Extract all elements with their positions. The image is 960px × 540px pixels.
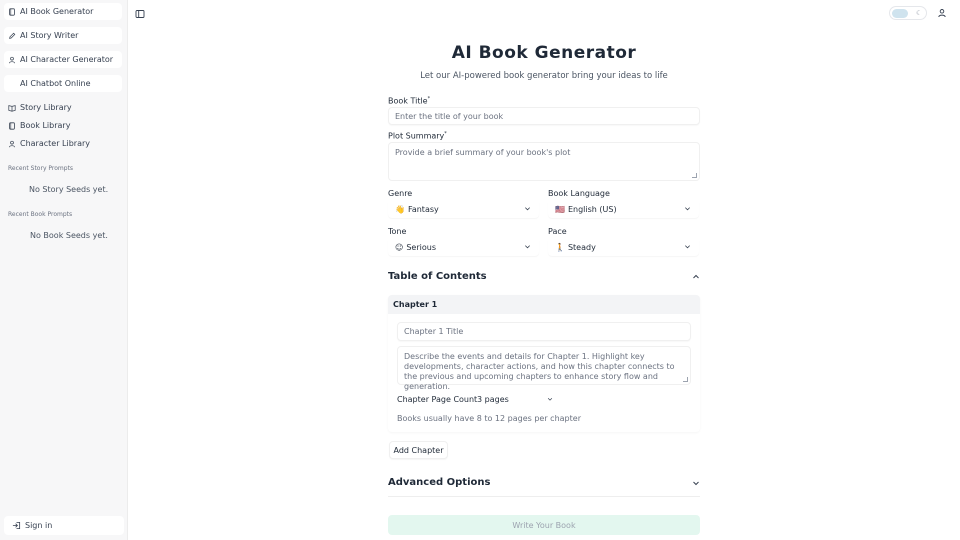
sign-in-icon <box>12 521 21 530</box>
sidebar-toggle-icon[interactable] <box>135 9 145 19</box>
genre-emoji: 👋 <box>395 204 405 214</box>
page-subtitle: Let our AI-powered book generator bring … <box>420 71 668 81</box>
genre-label: Genre <box>388 189 413 198</box>
chapter-page-count-label: Chapter Page Count <box>397 395 478 404</box>
sidebar-item-label: AI Character Generator <box>20 55 114 64</box>
required-mark: * <box>444 131 447 137</box>
resize-handle[interactable] <box>683 377 688 382</box>
write-your-book-button[interactable]: Write Your Book <box>388 515 700 535</box>
page-title: AI Book Generator <box>451 43 637 63</box>
add-chapter-button[interactable]: Add Chapter <box>389 441 448 459</box>
sidebar-item-ai-chatbot-online[interactable]: AI Chatbot Online <box>4 75 122 92</box>
pen-icon <box>8 32 16 40</box>
sign-in-button[interactable]: Sign in <box>4 516 124 535</box>
tone-value: Serious <box>406 242 436 252</box>
chevron-down-icon <box>525 245 530 249</box>
chapter-heading: Chapter 1 <box>388 295 700 314</box>
chapter-title-input[interactable]: Chapter 1 Title <box>397 322 691 341</box>
recent-book-empty: No Book Seeds yet. <box>30 231 108 240</box>
book-title-label-text: Book Title <box>388 96 428 106</box>
recent-book-prompts-heading: Recent Book Prompts <box>8 211 73 218</box>
user-icon[interactable] <box>937 8 947 18</box>
recent-story-empty: No Story Seeds yet. <box>29 185 109 194</box>
advanced-options-heading[interactable]: Advanced Options <box>388 477 700 488</box>
tone-select[interactable]: ☺ Serious <box>388 238 539 256</box>
pace-label: Pace <box>548 227 567 236</box>
genre-value: Fantasy <box>407 204 439 214</box>
chevron-up-icon[interactable] <box>692 273 700 281</box>
sign-in-label: Sign in <box>25 521 53 530</box>
moon-icon: ☾ <box>916 9 923 17</box>
book-icon <box>8 121 16 130</box>
sidebar-item-label: AI Story Writer <box>20 31 79 40</box>
sidebar-item-label: AI Chatbot Online <box>20 79 91 88</box>
sidebar-item-character-library[interactable]: Character Library <box>4 135 122 152</box>
pace-value: Steady <box>567 242 596 252</box>
sidebar-item-ai-story-writer[interactable]: AI Story Writer <box>4 27 122 44</box>
sidebar-item-book-library[interactable]: Book Library <box>4 117 122 134</box>
book-language-value: English (US) <box>567 204 617 214</box>
tone-emoji: ☺ <box>395 242 404 252</box>
sidebar-item-label: Character Library <box>20 139 91 148</box>
plot-summary-label: Plot Summary* <box>388 131 447 141</box>
theme-toggle-knob <box>892 9 908 18</box>
book-language-label: Book Language <box>548 189 610 198</box>
person-icon <box>8 140 16 148</box>
sidebar-item-label: AI Book Generator <box>20 7 94 16</box>
sidebar-item-label: Book Library <box>20 121 71 130</box>
chevron-down-icon <box>685 207 690 211</box>
chevron-down-icon <box>685 245 690 249</box>
sidebar-item-ai-character-generator[interactable]: AI Character Generator <box>4 51 122 68</box>
chapter-title-placeholder: Chapter 1 Title <box>404 327 464 336</box>
chevron-down-icon[interactable] <box>692 479 700 487</box>
open-book-icon <box>8 104 16 112</box>
book-title-placeholder: Enter the title of your book <box>395 111 504 121</box>
plot-summary-textarea[interactable]: Provide a brief summary of your book's p… <box>388 142 700 181</box>
book-icon <box>8 7 16 16</box>
plot-summary-placeholder: Provide a brief summary of your book's p… <box>395 148 571 157</box>
table-of-contents-heading[interactable]: Table of Contents <box>388 271 700 282</box>
book-title-label: Book Title* <box>388 96 430 106</box>
resize-handle[interactable] <box>692 173 697 178</box>
flag-icon: 🇺🇸 <box>555 204 565 214</box>
chapter-page-count-select[interactable]: 3 pages <box>472 392 558 407</box>
chevron-down-icon <box>547 398 553 401</box>
plot-summary-label-text: Plot Summary <box>388 131 445 141</box>
genre-select[interactable]: 👋 Fantasy <box>388 200 539 218</box>
sidebar-item-story-library[interactable]: Story Library <box>4 99 122 116</box>
required-mark: * <box>427 96 431 102</box>
chapter-page-hint: Books usually have 8 to 12 pages per cha… <box>397 414 581 423</box>
chevron-down-icon <box>525 207 530 211</box>
recent-story-prompts-heading: Recent Story Prompts <box>8 165 74 172</box>
book-language-select[interactable]: 🇺🇸 English (US) <box>548 200 699 218</box>
sidebar-item-label: Story Library <box>20 103 72 112</box>
book-title-input[interactable]: Enter the title of your book <box>388 107 700 125</box>
pace-select[interactable]: 🚶 Steady <box>548 238 699 256</box>
walking-icon: 🚶 <box>555 242 565 252</box>
tone-label: Tone <box>388 227 407 236</box>
chapter-page-count-value: 3 pages <box>477 395 509 404</box>
sidebar-item-ai-book-generator[interactable]: AI Book Generator <box>4 3 122 20</box>
person-icon <box>8 56 16 64</box>
divider <box>388 496 700 497</box>
sidebar: AI Book Generator AI Story Writer AI Cha… <box>0 0 128 540</box>
chapter-description-textarea[interactable]: Describe the events and details for Chap… <box>397 346 691 391</box>
theme-toggle[interactable]: ☾ <box>889 6 927 20</box>
